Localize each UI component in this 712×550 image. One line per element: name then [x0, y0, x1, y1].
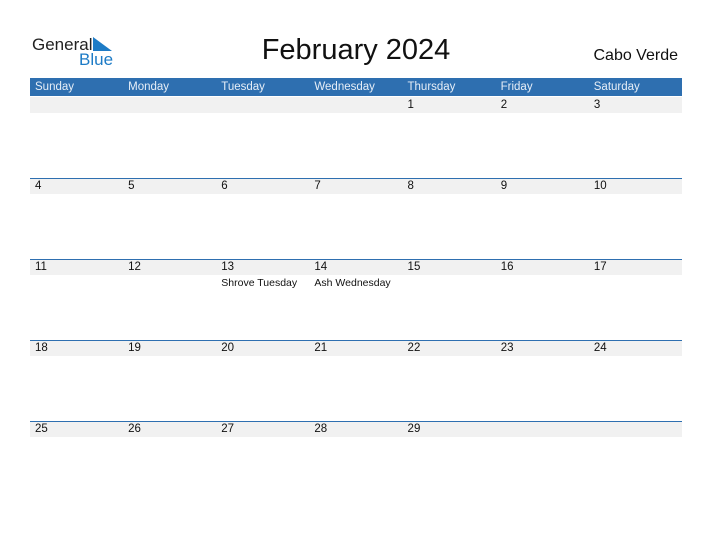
day-cell: 2 [496, 97, 589, 178]
day-cell: 20 [216, 340, 309, 421]
week-row: 18 19 20 21 22 23 24 [30, 340, 682, 421]
day-number: 25 [35, 423, 48, 435]
day-number: 15 [407, 261, 421, 273]
day-number: 17 [593, 261, 607, 273]
holiday-label: Shrove Tuesday [221, 277, 298, 289]
day-cell: 1 [403, 97, 496, 178]
weekday-header: Sunday Monday Tuesday Wednesday Thursday… [30, 78, 682, 96]
day-number: 16 [500, 261, 514, 273]
day-number: 1 [407, 99, 414, 111]
week-row: 4 5 6 7 8 9 10 [30, 178, 682, 259]
day-number: 28 [314, 423, 328, 435]
day-cell: 26 [123, 421, 216, 502]
day-cell: 13 Shrove Tuesday [216, 259, 309, 340]
day-cell: 27 [216, 421, 309, 502]
day-cell: 7 [309, 178, 402, 259]
day-number: 6 [221, 180, 228, 192]
day-number: 12 [128, 261, 141, 273]
weekday-saturday: Saturday [593, 81, 640, 93]
day-cell: 9 [496, 178, 589, 259]
day-number: 19 [128, 342, 141, 354]
day-cell: 5 [123, 178, 216, 259]
day-cell: 25 [30, 421, 123, 502]
week-row: 11 12 13 Shrove Tuesday 14 Ash Wednesday 15 16 1… [30, 259, 682, 340]
day-number: 7 [314, 180, 321, 192]
day-cell: 18 [30, 340, 123, 421]
day-number: 24 [593, 342, 607, 354]
weekday-tuesday: Tuesday [221, 81, 265, 93]
weekday-friday: Friday [500, 81, 533, 93]
day-number: 20 [221, 342, 235, 354]
day-number: 8 [407, 180, 414, 192]
holiday-label: Ash Wednesday [314, 277, 391, 289]
day-number: 26 [128, 423, 141, 435]
day-number: 29 [407, 423, 421, 435]
day-number: 23 [500, 342, 514, 354]
week-row: 25 26 27 28 29 [30, 421, 682, 502]
day-cell: 29 [403, 421, 496, 502]
day-cell: 17 [589, 259, 682, 340]
week-row: 1 2 3 [30, 97, 682, 178]
day-cell: 16 [496, 259, 589, 340]
day-number: 14 [314, 261, 328, 273]
day-cell: 10 [589, 178, 682, 259]
day-cell [216, 97, 309, 178]
day-number: 27 [221, 423, 235, 435]
day-number: 9 [500, 180, 508, 192]
day-cell [496, 421, 589, 502]
day-cell [589, 421, 682, 502]
day-cell [30, 97, 123, 178]
day-cell: 11 [30, 259, 123, 340]
day-cell: 6 [216, 178, 309, 259]
day-cell: 15 [403, 259, 496, 340]
day-number: 2 [500, 99, 508, 111]
day-number: 21 [314, 342, 328, 354]
day-cell: 14 Ash Wednesday [309, 259, 402, 340]
day-cell: 19 [123, 340, 216, 421]
day-number: 18 [35, 342, 48, 354]
day-cell: 12 [123, 259, 216, 340]
day-cell: 8 [403, 178, 496, 259]
weekday-thursday: Thursday [407, 81, 456, 93]
day-cell: 22 [403, 340, 496, 421]
day-number: 11 [35, 261, 47, 273]
day-cell [123, 97, 216, 178]
day-cell [309, 97, 402, 178]
country-label: Cabo Verde [593, 47, 678, 64]
day-number: 5 [128, 180, 135, 192]
day-number: 13 [221, 261, 235, 273]
day-cell: 3 [589, 97, 682, 178]
day-number: 4 [35, 180, 42, 192]
day-cell: 28 [309, 421, 402, 502]
day-number: 22 [407, 342, 421, 354]
weekday-sunday: Sunday [35, 81, 75, 93]
day-cell: 21 [309, 340, 402, 421]
day-cell: 4 [30, 178, 123, 259]
day-cell: 23 [496, 340, 589, 421]
day-cell: 24 [589, 340, 682, 421]
weekday-monday: Monday [128, 81, 170, 93]
day-number: 10 [593, 180, 607, 192]
weekday-wednesday: Wednesday [314, 81, 375, 93]
day-number: 3 [593, 99, 601, 111]
